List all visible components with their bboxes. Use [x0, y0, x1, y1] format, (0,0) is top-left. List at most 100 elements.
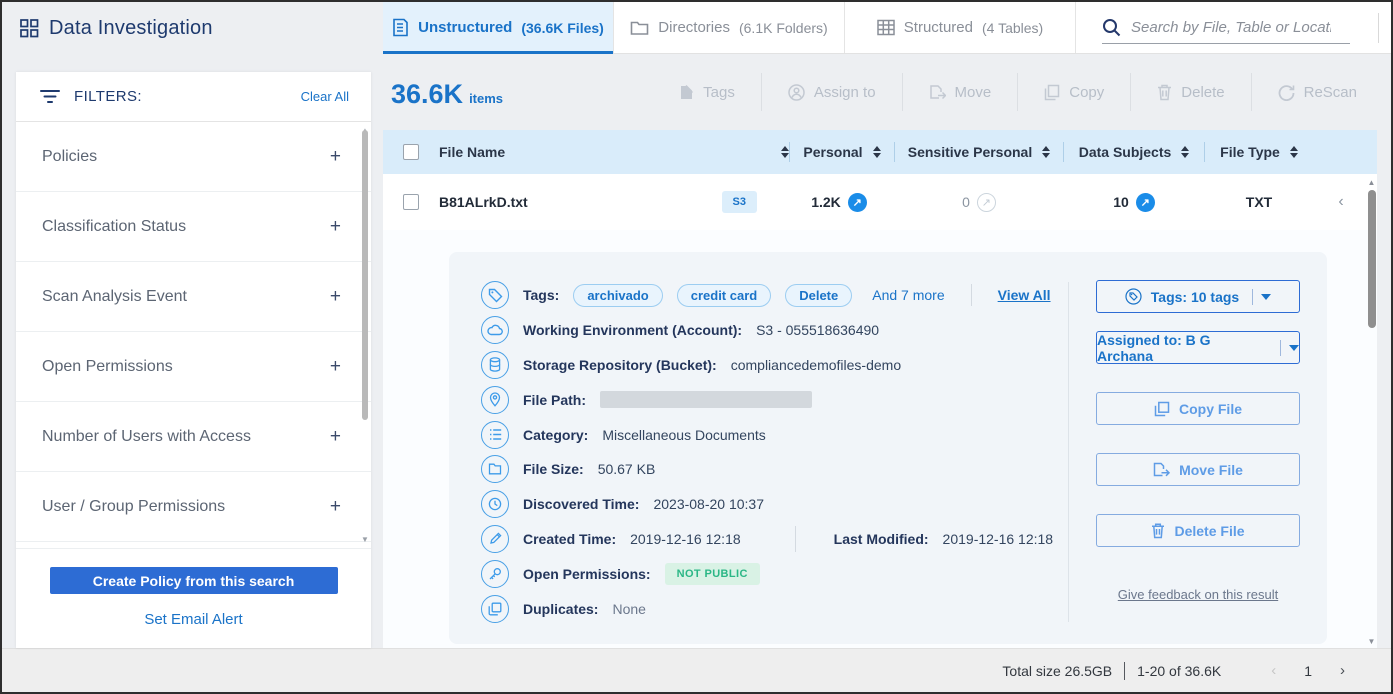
plus-icon[interactable]: + — [330, 496, 341, 518]
filter-label: Number of Users with Access — [42, 428, 330, 446]
sort-icon[interactable] — [1290, 146, 1298, 158]
select-all-checkbox[interactable] — [403, 144, 419, 160]
plus-icon[interactable]: + — [330, 216, 341, 238]
filter-list: Policies + Classification Status + Scan … — [16, 122, 371, 548]
not-public-badge: NOT PUBLIC — [665, 563, 760, 585]
app-window: Data Investigation Unstructured (36.6K F… — [0, 0, 1393, 694]
list-toolbar: 36.6K items Tags — [383, 54, 1391, 130]
bulk-tags-button[interactable]: Tags — [653, 84, 761, 101]
scroll-down-icon[interactable]: ▼ — [361, 535, 369, 544]
tab-unstructured[interactable]: Unstructured (36.6K Files) — [383, 2, 614, 53]
bulk-rescan-button[interactable]: ReScan — [1252, 84, 1363, 101]
open-personal-icon[interactable]: ↗ — [848, 193, 867, 212]
divider — [795, 526, 796, 552]
personal-count: 1.2K — [811, 194, 841, 210]
bulk-assign-button[interactable]: Assign to — [762, 84, 902, 101]
collapse-chevron-icon[interactable]: ‹ — [1313, 193, 1369, 211]
file-icon — [392, 18, 409, 37]
plus-icon[interactable]: + — [330, 146, 341, 168]
tag-pill[interactable]: Delete — [785, 284, 852, 307]
divider — [1124, 662, 1125, 680]
previous-page-button[interactable]: ‹ — [1259, 662, 1288, 679]
sidebar-scrollbar[interactable]: ▲ ▼ — [361, 126, 369, 544]
field-value: 2019-12-16 12:18 — [943, 531, 1054, 547]
tab-label: Unstructured — [418, 19, 512, 36]
column-sensitive-personal[interactable]: Sensitive Personal — [895, 144, 1063, 160]
plus-icon[interactable]: + — [330, 426, 341, 448]
sort-icon[interactable] — [873, 146, 881, 158]
sort-icon[interactable] — [1042, 146, 1050, 158]
bulk-delete-button[interactable]: Delete — [1131, 84, 1250, 101]
top-bar: Data Investigation Unstructured (36.6K F… — [2, 2, 1391, 54]
sort-icon[interactable] — [781, 146, 789, 158]
search-icon[interactable] — [1102, 18, 1121, 37]
tag-pill[interactable]: credit card — [677, 284, 771, 307]
field-label: Category: — [523, 427, 588, 443]
detail-tags-row: Tags: archivado credit card Delete And 7… — [481, 278, 1068, 313]
column-data-subjects[interactable]: Data Subjects — [1064, 144, 1204, 160]
field-label: File Path: — [523, 392, 586, 408]
assigned-to-dropdown-button[interactable]: Assigned to: B G Archana — [1096, 331, 1300, 364]
scrollbar-thumb[interactable] — [1368, 190, 1376, 328]
tab-directories[interactable]: Directories (6.1K Folders) — [614, 2, 845, 53]
tag-pill[interactable]: archivado — [573, 284, 662, 307]
main-scrollbar[interactable]: ▲ ▼ — [1367, 176, 1377, 648]
plus-icon[interactable]: + — [330, 356, 341, 378]
scroll-down-icon[interactable]: ▼ — [1367, 637, 1376, 646]
filter-icon — [40, 89, 60, 104]
delete-file-button[interactable]: Delete File — [1096, 514, 1300, 547]
clear-all-link[interactable]: Clear All — [301, 89, 349, 104]
search-input[interactable] — [1131, 19, 1331, 36]
folder-icon — [630, 19, 649, 36]
filter-item-policies[interactable]: Policies + — [16, 122, 371, 192]
scrollbar-thumb[interactable] — [362, 130, 368, 420]
tab-label: Directories — [658, 19, 730, 36]
filter-item-open-permissions[interactable]: Open Permissions + — [16, 332, 371, 402]
open-sensitive-icon: ↗ — [977, 193, 996, 212]
filter-item-user-group-permissions[interactable]: User / Group Permissions + — [16, 472, 371, 542]
field-label: Discovered Time: — [523, 496, 639, 512]
sort-icon[interactable] — [1181, 146, 1189, 158]
database-icon — [481, 351, 509, 379]
filter-label: Open Permissions — [42, 358, 330, 376]
range-text: 1-20 of 36.6K — [1137, 663, 1221, 679]
column-file-name[interactable]: File Name — [439, 144, 789, 160]
filter-item-classification-status[interactable]: Classification Status + — [16, 192, 371, 262]
filter-item-scan-analysis-event[interactable]: Scan Analysis Event + — [16, 262, 371, 332]
bulk-copy-button[interactable]: Copy — [1018, 84, 1130, 101]
file-name[interactable]: B81ALrkD.txt — [439, 194, 722, 210]
column-file-type[interactable]: File Type — [1205, 144, 1313, 160]
button-label: Assigned to: B G Archana — [1097, 332, 1267, 364]
give-feedback-link[interactable]: Give feedback on this result — [1118, 587, 1278, 602]
plus-icon[interactable]: + — [330, 286, 341, 308]
brand: Data Investigation — [2, 2, 383, 54]
row-checkbox[interactable] — [403, 194, 419, 210]
filter-label: User / Group Permissions — [42, 498, 330, 516]
view-all-tags-link[interactable]: View All — [998, 287, 1051, 303]
person-icon — [788, 84, 805, 101]
table-row[interactable]: B81ALrkD.txt S3 1.2K ↗ 0 ↗ 10 ↗ — [383, 174, 1377, 230]
copy-file-button[interactable]: Copy File — [1096, 392, 1300, 425]
field-label: File Size: — [523, 461, 584, 477]
divider — [1378, 13, 1379, 43]
field-label: Storage Repository (Bucket): — [523, 357, 717, 373]
column-personal[interactable]: Personal — [790, 144, 894, 160]
file-size-icon — [481, 455, 509, 483]
field-value: Miscellaneous Documents — [602, 427, 765, 443]
main-panel: 36.6K items Tags — [383, 54, 1391, 648]
table-header: File Name Personal Sensitive Personal — [383, 130, 1377, 174]
filter-item-users-with-access[interactable]: Number of Users with Access + — [16, 402, 371, 472]
tab-structured[interactable]: Structured (4 Tables) — [845, 2, 1076, 53]
scroll-up-icon[interactable]: ▲ — [1367, 178, 1376, 187]
set-email-alert-link[interactable]: Set Email Alert — [16, 611, 371, 628]
tags-dropdown-button[interactable]: Tags: 10 tags — [1096, 280, 1300, 313]
move-file-button[interactable]: Move File — [1096, 453, 1300, 486]
tags-label: Tags: — [523, 287, 559, 303]
create-policy-button[interactable]: Create Policy from this search — [50, 567, 338, 594]
field-label: Open Permissions: — [523, 566, 651, 582]
bulk-move-button[interactable]: Move — [903, 84, 1018, 101]
open-subjects-icon[interactable]: ↗ — [1136, 193, 1155, 212]
next-page-button[interactable]: › — [1328, 662, 1357, 679]
field-value: S3 - 055518636490 — [756, 322, 879, 338]
button-label: Move File — [1179, 462, 1243, 478]
